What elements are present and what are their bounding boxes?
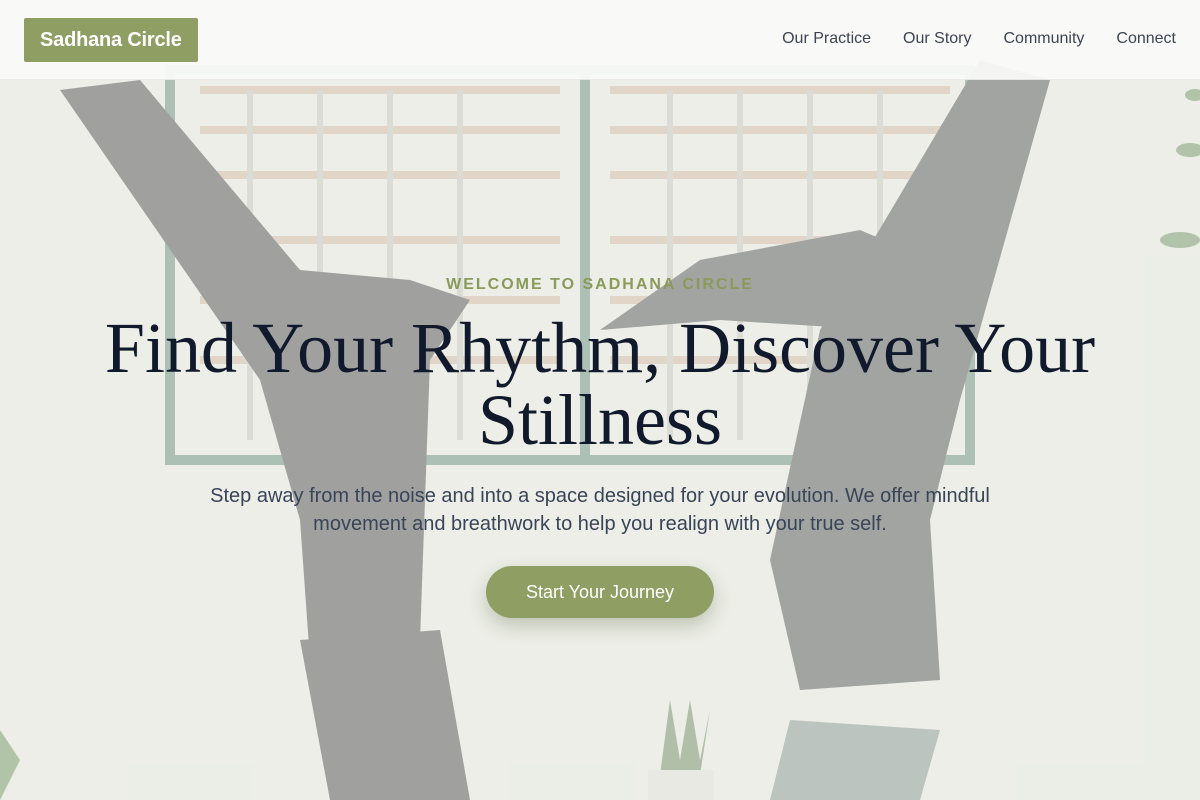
main-navigation: Our Practice Our Story Community Connect: [782, 29, 1176, 49]
nav-link-connect[interactable]: Connect: [1116, 29, 1176, 49]
site-header: Sadhana Circle Our Practice Our Story Co…: [0, 0, 1200, 80]
nav-link-our-practice[interactable]: Our Practice: [782, 29, 871, 49]
hero-subtext: Step away from the noise and into a spac…: [210, 485, 990, 535]
nav-link-community[interactable]: Community: [1004, 29, 1085, 49]
hero-eyebrow: WELCOME TO SADHANA CIRCLE: [446, 276, 754, 293]
site-logo[interactable]: Sadhana Circle: [24, 18, 198, 62]
nav-link-our-story[interactable]: Our Story: [903, 29, 971, 49]
hero-section: WELCOME TO SADHANA CIRCLE Find Your Rhyt…: [0, 80, 1200, 800]
start-journey-button[interactable]: Start Your Journey: [486, 566, 714, 618]
hero-headline: Find Your Rhythm, Discover Your Stillnes…: [104, 308, 1096, 460]
